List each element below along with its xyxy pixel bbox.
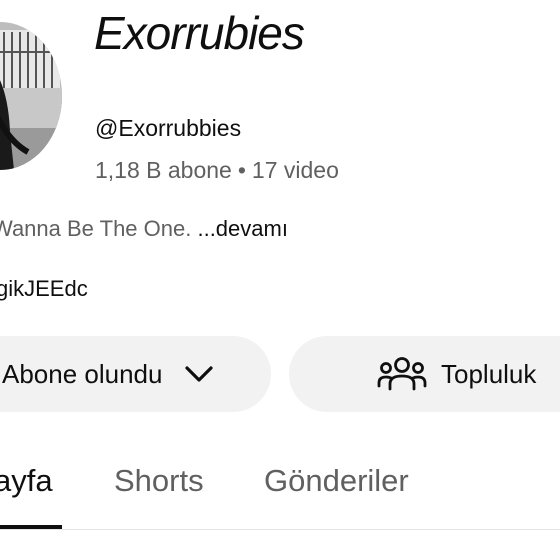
channel-handle: @Exorrubbies	[95, 115, 242, 141]
tab-posts[interactable]: Gönderiler	[264, 463, 409, 499]
channel-page: Exorrubies @Exorrubbies 1,18 B abone • 17 …	[0, 0, 560, 560]
subscriber-count: 1,18 B abone	[95, 157, 232, 183]
community-button[interactable]: Topluluk	[289, 336, 560, 412]
avatar-image	[0, 22, 62, 170]
description-text: Wanna Be The One.	[0, 216, 198, 241]
community-label: Topluluk	[441, 358, 537, 389]
avatar[interactable]	[0, 22, 62, 170]
channel-description[interactable]: Wanna Be The One. ...devamı	[0, 216, 288, 242]
channel-link[interactable]: gikJEEdc	[0, 276, 88, 302]
tab-home[interactable]: ayfa	[0, 463, 53, 499]
tab-shorts[interactable]: Shorts	[114, 463, 204, 499]
tabs-divider	[0, 529, 560, 530]
channel-stats: 1,18 B abone • 17 video	[95, 157, 339, 184]
subscribed-button[interactable]: Abone olundu	[0, 336, 271, 412]
video-count: 17 video	[251, 157, 339, 183]
description-more-link[interactable]: ...devamı	[197, 216, 287, 241]
subscribed-label: Abone olundu	[2, 358, 163, 389]
chevron-down-icon	[184, 364, 214, 384]
people-icon	[377, 356, 427, 399]
stats-separator: •	[237, 157, 246, 183]
channel-tabs: ayfa Shorts Gönderiler	[0, 455, 560, 530]
channel-name: Exorrubies	[94, 7, 305, 59]
